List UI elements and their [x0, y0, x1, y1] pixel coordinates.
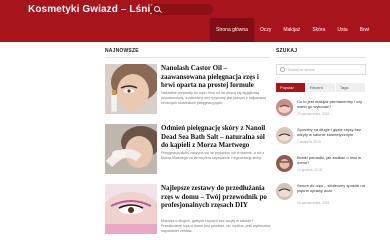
divider — [105, 57, 270, 58]
post-thumbnail[interactable] — [105, 64, 157, 114]
post-thumbnail[interactable] — [276, 99, 293, 116]
post-card: Nanolash Castor Oil – zaawansowana pielę… — [105, 64, 270, 120]
sidebar-post-date: 20 października, 2019 — [297, 112, 330, 116]
main-nav: Strona główna Oczy Makijaż Skóra Usta Br… — [210, 18, 375, 42]
sidebar-post-item[interactable]: Co to jest makijaż permanentny i czy war… — [276, 99, 376, 119]
sidebar-post-title[interactable]: Serum do rzęs – skuteczny sposób na pięk… — [297, 183, 369, 193]
nav-item-home[interactable]: Strona główna — [210, 18, 254, 42]
post-title[interactable]: Odmień pielęgnację skóry z Nanoil Dead S… — [161, 124, 271, 150]
post-thumbnail[interactable] — [276, 155, 293, 172]
header-search-bar[interactable] — [150, 4, 213, 15]
post-thumbnail[interactable] — [105, 124, 157, 174]
latest-heading: Najnowsze — [105, 48, 139, 54]
sidebar-post-item[interactable]: Brwiki pomadki, jak zadbać o brwi w domu… — [276, 155, 376, 175]
post-card: Odmień pielęgnację skóry z Nanoil Dead S… — [105, 124, 270, 180]
sidebar-post-item[interactable]: Serum do rzęs – skuteczny sposób na pięk… — [276, 183, 376, 205]
sidebar-post-title[interactable]: Brwiki pomadki, jak zadbać o brwi w domu… — [297, 155, 369, 165]
sidebar-search-input[interactable]: Szukaj na stronie — [276, 64, 366, 75]
sidebar-post-item[interactable]: Sposoby na długie i gęste rzęsy bez wizy… — [276, 127, 376, 147]
post-thumbnail[interactable] — [276, 183, 293, 200]
tab-recent[interactable]: Recent — [306, 83, 335, 92]
nav-item-brows[interactable]: Brwi — [354, 18, 376, 42]
tab-popular[interactable]: Popular — [276, 83, 305, 92]
post-title[interactable]: Najlepsze zestawy do przedłużania rzęs w… — [161, 184, 271, 210]
site-header: Kosmetyki Gwiazd – Lśnij Pięknem Strona … — [0, 0, 390, 42]
post-thumbnail[interactable] — [105, 184, 157, 234]
sidebar-post-title[interactable]: Co to jest makijaż permanentny i czy war… — [297, 99, 369, 109]
post-thumbnail[interactable] — [276, 127, 293, 144]
sidebar-post-date: 12 grudnia, 2018 — [297, 168, 322, 172]
divider — [276, 57, 366, 58]
post-excerpt: Marzysz o długich, gęstych rzęsach bez w… — [161, 219, 271, 234]
tab-tags[interactable]: Tags — [336, 83, 365, 92]
nav-item-eyes[interactable]: Oczy — [254, 18, 277, 42]
sidebar-post-title[interactable]: Sposoby na długie i gęste rzęsy bez wizy… — [297, 127, 369, 137]
nav-item-skin[interactable]: Skóra — [306, 18, 331, 42]
sidebar-post-date: 1 kwietnia, 2019 — [297, 140, 321, 144]
post-title[interactable]: Nanolash Castor Oil – zaawansowana pielę… — [161, 64, 271, 90]
nav-item-lips[interactable]: Usta — [331, 18, 353, 42]
search-icon[interactable] — [154, 6, 160, 12]
post-excerpt: Pielęgnacja skóry zaczyna się na pryszni… — [161, 151, 265, 161]
sidebar-search-heading: Szukaj — [276, 48, 298, 54]
post-excerpt: Naturalne preparaty do rzęs i brwi od la… — [161, 91, 267, 106]
search-placeholder: Szukaj na stronie — [288, 68, 315, 72]
nav-item-makeup[interactable]: Makijaż — [277, 18, 306, 42]
post-card: Najlepsze zestawy do przedłużania rzęs w… — [105, 184, 271, 240]
search-icon — [280, 67, 285, 72]
sidebar-post-date: 15 października, 2019 — [297, 201, 330, 205]
sidebar-tabs: Popular Recent Tags — [276, 83, 366, 92]
